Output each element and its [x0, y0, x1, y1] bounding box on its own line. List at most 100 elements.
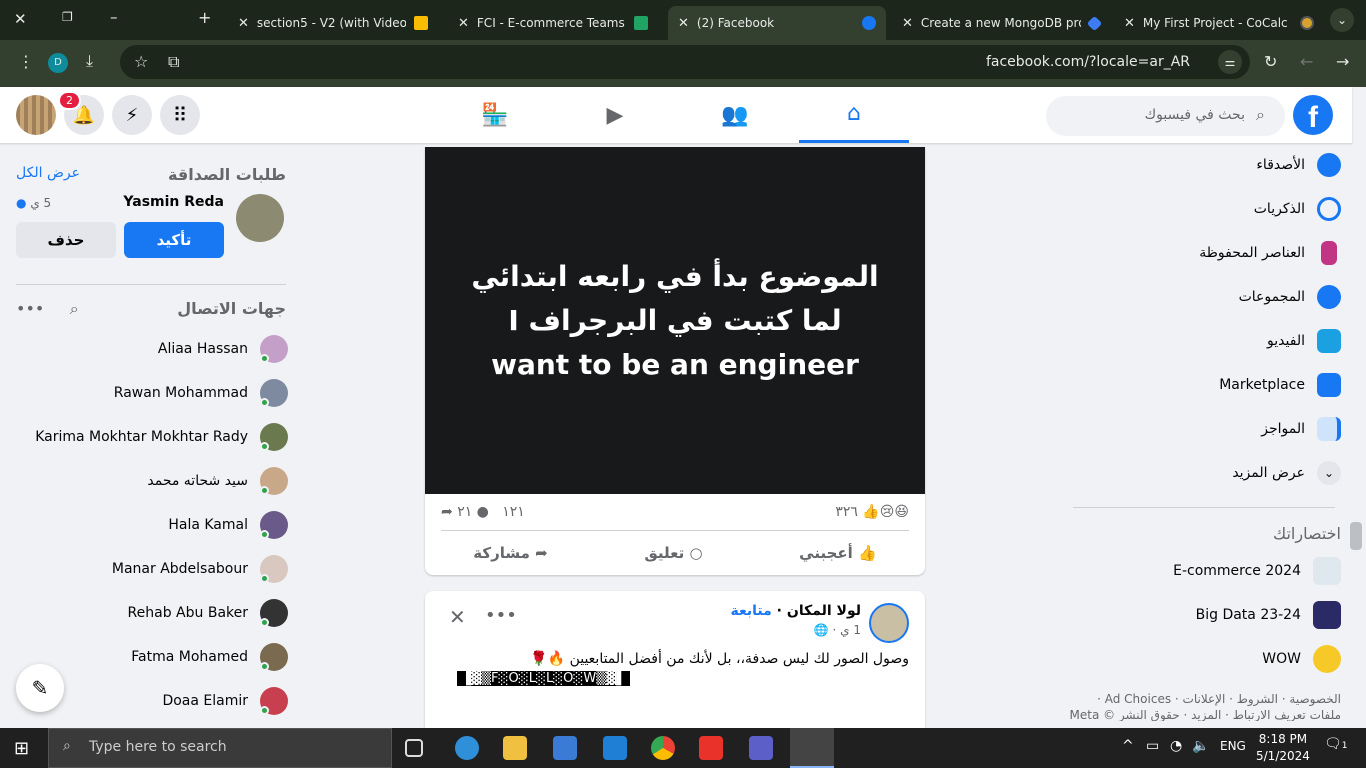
- wps-icon[interactable]: [699, 736, 723, 760]
- contact-item[interactable]: Manar Abdelsabour: [0, 547, 300, 591]
- author-avatar[interactable]: [869, 603, 909, 643]
- contact-item[interactable]: Rawan Mohammad: [0, 371, 300, 415]
- contact-item[interactable]: Hala Kamal: [0, 503, 300, 547]
- new-tab-icon[interactable]: +: [198, 8, 211, 27]
- contacts-title: جهات الاتصال: [177, 299, 286, 318]
- tab-facebook[interactable]: ✕ (2) Facebook: [668, 6, 886, 40]
- edge-icon[interactable]: [455, 736, 479, 760]
- footer-links[interactable]: الخصوصية · الشروط · الإعلانات · Ad Choic…: [1063, 681, 1343, 721]
- follow-link[interactable]: متابعة: [731, 603, 772, 619]
- windows-start-icon[interactable]: ⊞: [14, 738, 29, 759]
- google-drive-icon: [414, 16, 428, 30]
- notifications-button[interactable]: 🔔 2: [58, 91, 104, 135]
- profile-avatar[interactable]: [16, 95, 56, 135]
- minimize-icon[interactable]: –: [110, 8, 118, 26]
- bookmark-star-icon[interactable]: ☆: [134, 52, 148, 71]
- nav-marketplace[interactable]: 🏪: [440, 87, 550, 143]
- nav-item-video[interactable]: الفيديو: [1063, 319, 1343, 363]
- tab-section5[interactable]: ✕ section5 - V2 (with Video) -: [228, 6, 438, 40]
- reload-icon[interactable]: ↻: [1264, 52, 1277, 71]
- share-button[interactable]: مشاركة ➦: [473, 544, 547, 562]
- contact-item[interactable]: Karima Mokhtar Mokhtar Rady: [0, 415, 300, 459]
- delete-button[interactable]: حذف: [16, 222, 116, 258]
- nav-item-groups[interactable]: المجموعات: [1063, 275, 1343, 319]
- tab-mongodb[interactable]: ✕ Create a new MongoDB proj: [892, 6, 1110, 40]
- globe-icon: 🌐: [813, 623, 829, 637]
- file-explorer-icon[interactable]: [503, 736, 527, 760]
- menu-icon[interactable]: ⋮: [18, 52, 34, 71]
- forward-icon[interactable]: →: [1336, 52, 1349, 71]
- more-options-icon[interactable]: •••: [485, 605, 517, 626]
- see-more-button[interactable]: ⌄ عرض المزيد: [1063, 451, 1343, 495]
- search-input[interactable]: بحث في فيسبوك: [1046, 96, 1285, 136]
- nav-item-saved[interactable]: العناصر المحفوظة: [1063, 231, 1343, 275]
- url-text[interactable]: facebook.com/?locale=ar_AR: [986, 54, 1190, 70]
- post-card: الموضوع بدأ في رابعه ابتدائي لما كتبت في…: [425, 147, 925, 575]
- facebook-logo[interactable]: f: [1293, 95, 1333, 135]
- chrome-icon[interactable]: [651, 736, 675, 760]
- post-card: لولا المكان · متابعة 1 ي · 🌐 ••• ✕ وصول …: [425, 591, 925, 751]
- profile-avatar[interactable]: D: [48, 53, 68, 73]
- main-nav: الأصدقاء الذكريات العناصر المحفوظة المجم…: [1063, 143, 1343, 721]
- mail-icon[interactable]: [603, 736, 627, 760]
- show-hidden-icons[interactable]: ^: [1122, 738, 1134, 754]
- messenger-button[interactable]: ⚡: [112, 95, 152, 135]
- post-time[interactable]: 1 ي ·: [833, 623, 861, 637]
- contact-item[interactable]: Rehab Abu Baker: [0, 591, 300, 635]
- teams-icon[interactable]: [749, 736, 773, 760]
- friends-icon: [1317, 153, 1341, 177]
- search-contacts-icon[interactable]: ⌕: [70, 299, 79, 318]
- share-count[interactable]: ➦ ١٢١ ● ٢١: [441, 504, 525, 520]
- wifi-icon[interactable]: ◔: [1170, 738, 1182, 754]
- notification-center-icon[interactable]: 🗨1: [1324, 736, 1348, 752]
- shortcut-ecommerce[interactable]: E-commerce 2024: [1063, 549, 1343, 593]
- shortcut-wow[interactable]: WOW: [1063, 637, 1343, 681]
- friend-request-avatar[interactable]: [236, 194, 284, 242]
- tab-fci[interactable]: ✕ FCI - E-commerce Teams -: [448, 6, 658, 40]
- close-window-icon[interactable]: ✕: [14, 10, 27, 28]
- nav-friends[interactable]: 👥: [680, 87, 790, 143]
- download-icon[interactable]: ⤓: [86, 51, 93, 71]
- nav-video[interactable]: ▶: [560, 87, 670, 143]
- confirm-button[interactable]: تأكيد: [124, 222, 224, 258]
- new-message-button[interactable]: ✎: [16, 664, 64, 712]
- author-name[interactable]: لولا المكان: [787, 603, 861, 619]
- chrome-profile-active-icon[interactable]: [790, 728, 834, 768]
- store-icon[interactable]: [553, 736, 577, 760]
- like-button[interactable]: أعجبني 👍: [799, 544, 877, 562]
- follow-art: ▐▓▒F░O░L░L░O░W▒▓▌: [457, 671, 631, 686]
- language-indicator[interactable]: ENG: [1220, 739, 1246, 753]
- back-icon[interactable]: ←: [1300, 52, 1313, 71]
- mongodb-icon: [1086, 15, 1103, 31]
- menu-button[interactable]: ⠿: [160, 95, 200, 135]
- clock[interactable]: 8:18 PM 5/1/2024: [1256, 731, 1310, 765]
- nav-item-feeds[interactable]: المواجز: [1063, 407, 1343, 451]
- nav-item-memories[interactable]: الذكريات: [1063, 187, 1343, 231]
- install-app-icon[interactable]: ⧉: [168, 52, 179, 72]
- more-options-icon[interactable]: •••: [16, 299, 44, 318]
- see-all-link[interactable]: عرض الكل: [16, 165, 80, 184]
- close-icon[interactable]: ✕: [449, 605, 466, 629]
- google-sheets-icon: [634, 16, 648, 30]
- contact-item[interactable]: سيد شحاته محمد: [0, 459, 300, 503]
- tab-search-icon[interactable]: ⌄: [1330, 8, 1354, 32]
- nav-home[interactable]: ⌂: [799, 87, 909, 143]
- nav-item-marketplace[interactable]: Marketplace: [1063, 363, 1343, 407]
- omnibox[interactable]: ☆ ⧉ facebook.com/?locale=ar_AR ⚌: [120, 45, 1250, 79]
- reaction-count[interactable]: ٣٢٦ 👍😢😆: [835, 504, 909, 520]
- taskbar-search-input[interactable]: Type here to search ⌕: [48, 728, 392, 768]
- comment-button[interactable]: تعليق ○: [644, 544, 702, 562]
- friend-request-name[interactable]: Yasmin Reda: [123, 194, 224, 210]
- restore-icon[interactable]: ❐: [62, 10, 73, 24]
- task-view-icon[interactable]: [405, 739, 423, 757]
- volume-icon[interactable]: 🔈: [1192, 738, 1209, 754]
- contact-item[interactable]: Aliaa Hassan: [0, 327, 300, 371]
- unread-dot: ●: [16, 196, 27, 210]
- battery-icon[interactable]: ▭: [1146, 738, 1159, 754]
- site-settings-icon[interactable]: ⚌: [1218, 50, 1242, 74]
- scrollbar-thumb[interactable]: [1350, 522, 1362, 550]
- tab-cocalc[interactable]: ✕ My First Project - CoCalc: [1114, 6, 1324, 40]
- shortcut-bigdata[interactable]: Big Data 23-24: [1063, 593, 1343, 637]
- nav-item-friends[interactable]: الأصدقاء: [1063, 143, 1343, 187]
- friend-request-time: 5 ي: [30, 196, 52, 210]
